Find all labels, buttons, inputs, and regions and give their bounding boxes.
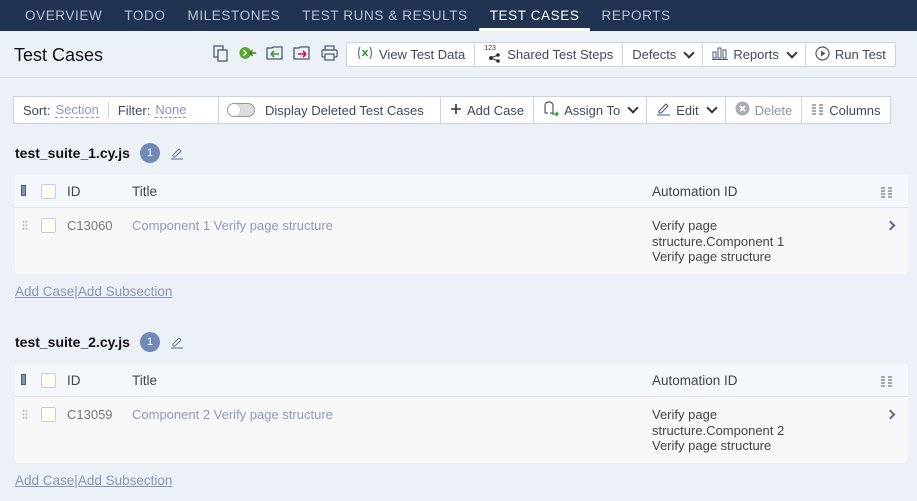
view-test-data-button[interactable]: View Test Data xyxy=(347,43,476,66)
sort-filter-segment: Sort: Section Filter: None xyxy=(14,97,219,123)
cases-toolbar: Sort: Section Filter: None Display Delet… xyxy=(13,96,891,124)
section-name: test_suite_1.cy.js xyxy=(15,145,130,161)
tab-reports[interactable]: REPORTS xyxy=(590,0,681,31)
table-row[interactable]: C13060 Component 1 Verify page structure… xyxy=(15,208,908,274)
header-id[interactable]: ID xyxy=(67,184,81,199)
edit-dropdown[interactable]: Edit xyxy=(647,97,726,123)
case-title-link[interactable]: Component 1 Verify page structure xyxy=(132,218,333,233)
header-automation-id[interactable]: Automation ID xyxy=(652,373,738,388)
variable-icon xyxy=(356,46,374,63)
header-automation-id[interactable]: Automation ID xyxy=(652,184,738,199)
bar-chart-icon xyxy=(712,47,729,63)
case-count-badge: 1 xyxy=(139,332,160,352)
add-case-link[interactable]: Add Case xyxy=(15,284,74,299)
case-id: C13059 xyxy=(67,407,113,422)
add-case-button[interactable]: Add Case xyxy=(441,97,535,123)
table-header: ID Title Automation ID xyxy=(15,175,908,208)
delete-circle-icon xyxy=(735,101,750,119)
page-title: Test Cases xyxy=(14,45,104,65)
header-title[interactable]: Title xyxy=(132,184,157,199)
columns-icon xyxy=(811,103,824,118)
cases-table: ID Title Automation ID C13060 Component … xyxy=(15,175,908,274)
chevron-down-icon xyxy=(786,46,798,59)
tab-test-runs-results[interactable]: TEST RUNS & RESULTS xyxy=(291,0,478,31)
shared-test-steps-button[interactable]: 123 Shared Test Steps xyxy=(475,43,624,66)
tab-milestones[interactable]: MILESTONES xyxy=(176,0,291,31)
import-green-icon[interactable] xyxy=(239,44,257,62)
tab-test-cases[interactable]: TEST CASES xyxy=(478,0,591,31)
copy-icon[interactable] xyxy=(212,44,230,62)
table-header: ID Title Automation ID xyxy=(15,364,908,397)
delete-button[interactable]: Delete xyxy=(726,97,803,123)
row-checkbox[interactable] xyxy=(41,407,56,422)
pencil-icon xyxy=(656,101,671,119)
play-icon xyxy=(815,45,830,64)
chevron-down-icon xyxy=(705,102,718,114)
divider xyxy=(107,102,109,118)
edit-section-icon[interactable] xyxy=(170,335,184,349)
select-all-checkbox[interactable] xyxy=(41,373,56,388)
shared-steps-icon: 123 xyxy=(484,45,502,63)
section-header: test_suite_1.cy.js 1 xyxy=(15,143,184,163)
defects-dropdown[interactable]: Defects xyxy=(623,43,704,66)
add-subsection-link[interactable]: Add Subsection xyxy=(78,284,173,299)
reports-dropdown[interactable]: Reports xyxy=(703,43,806,66)
chevron-right-icon[interactable] xyxy=(885,220,896,231)
case-id: C13060 xyxy=(67,218,113,233)
print-icon[interactable] xyxy=(320,44,338,62)
plus-icon xyxy=(450,103,462,118)
edit-section-icon[interactable] xyxy=(170,146,184,160)
table-row[interactable]: C13059 Component 2 Verify page structure… xyxy=(15,397,908,463)
header-title[interactable]: Title xyxy=(132,373,157,388)
column-marker xyxy=(21,374,26,385)
case-count-badge: 1 xyxy=(139,143,160,163)
select-all-checkbox[interactable] xyxy=(41,184,56,199)
assign-user-icon xyxy=(543,100,560,120)
section-actions: Add Case|Add Subsection xyxy=(15,473,173,488)
tab-overview[interactable]: OVERVIEW xyxy=(14,0,113,31)
column-settings-icon[interactable] xyxy=(880,375,893,390)
drag-handle-icon[interactable] xyxy=(22,220,28,230)
section-header: test_suite_2.cy.js 1 xyxy=(15,332,184,352)
header-id[interactable]: ID xyxy=(67,373,81,388)
add-case-link[interactable]: Add Case xyxy=(15,473,74,488)
section-actions: Add Case|Add Subsection xyxy=(15,284,173,299)
filter-selector[interactable]: None xyxy=(155,102,187,118)
assign-to-dropdown[interactable]: Assign To xyxy=(534,97,648,123)
export-icon[interactable] xyxy=(293,44,311,62)
columns-button[interactable]: Columns xyxy=(802,97,889,123)
cases-table: ID Title Automation ID C13059 Component … xyxy=(15,364,908,463)
section-name: test_suite_2.cy.js xyxy=(15,334,130,350)
sort-selector[interactable]: Section xyxy=(55,102,99,118)
case-title-link[interactable]: Component 2 Verify page structure xyxy=(132,407,333,422)
automation-id-cell: Verify page structure.Component 1 Verify… xyxy=(652,218,785,264)
display-deleted-toggle-segment[interactable]: Display Deleted Test Cases xyxy=(219,97,441,123)
column-marker xyxy=(21,185,26,196)
header-button-group: View Test Data 123 Shared Test Steps Def… xyxy=(346,42,896,67)
import-icon[interactable] xyxy=(266,44,284,62)
column-settings-icon[interactable] xyxy=(880,186,893,201)
page-header: Test Cases View Test Data 123 Shared Tes… xyxy=(0,31,917,78)
row-checkbox[interactable] xyxy=(41,218,56,233)
drag-handle-icon[interactable] xyxy=(22,409,28,419)
top-nav: OVERVIEW TODO MILESTONES TEST RUNS & RES… xyxy=(0,0,917,31)
icon-toolbar xyxy=(212,44,338,62)
add-subsection-link[interactable]: Add Subsection xyxy=(78,473,173,488)
chevron-right-icon[interactable] xyxy=(885,409,896,420)
run-test-button[interactable]: Run Test xyxy=(806,43,895,66)
chevron-down-icon xyxy=(627,102,639,114)
chevron-down-icon xyxy=(683,46,695,59)
tab-todo[interactable]: TODO xyxy=(113,0,176,31)
automation-id-cell: Verify page structure.Component 2 Verify… xyxy=(652,407,785,453)
display-deleted-toggle[interactable] xyxy=(227,103,255,117)
